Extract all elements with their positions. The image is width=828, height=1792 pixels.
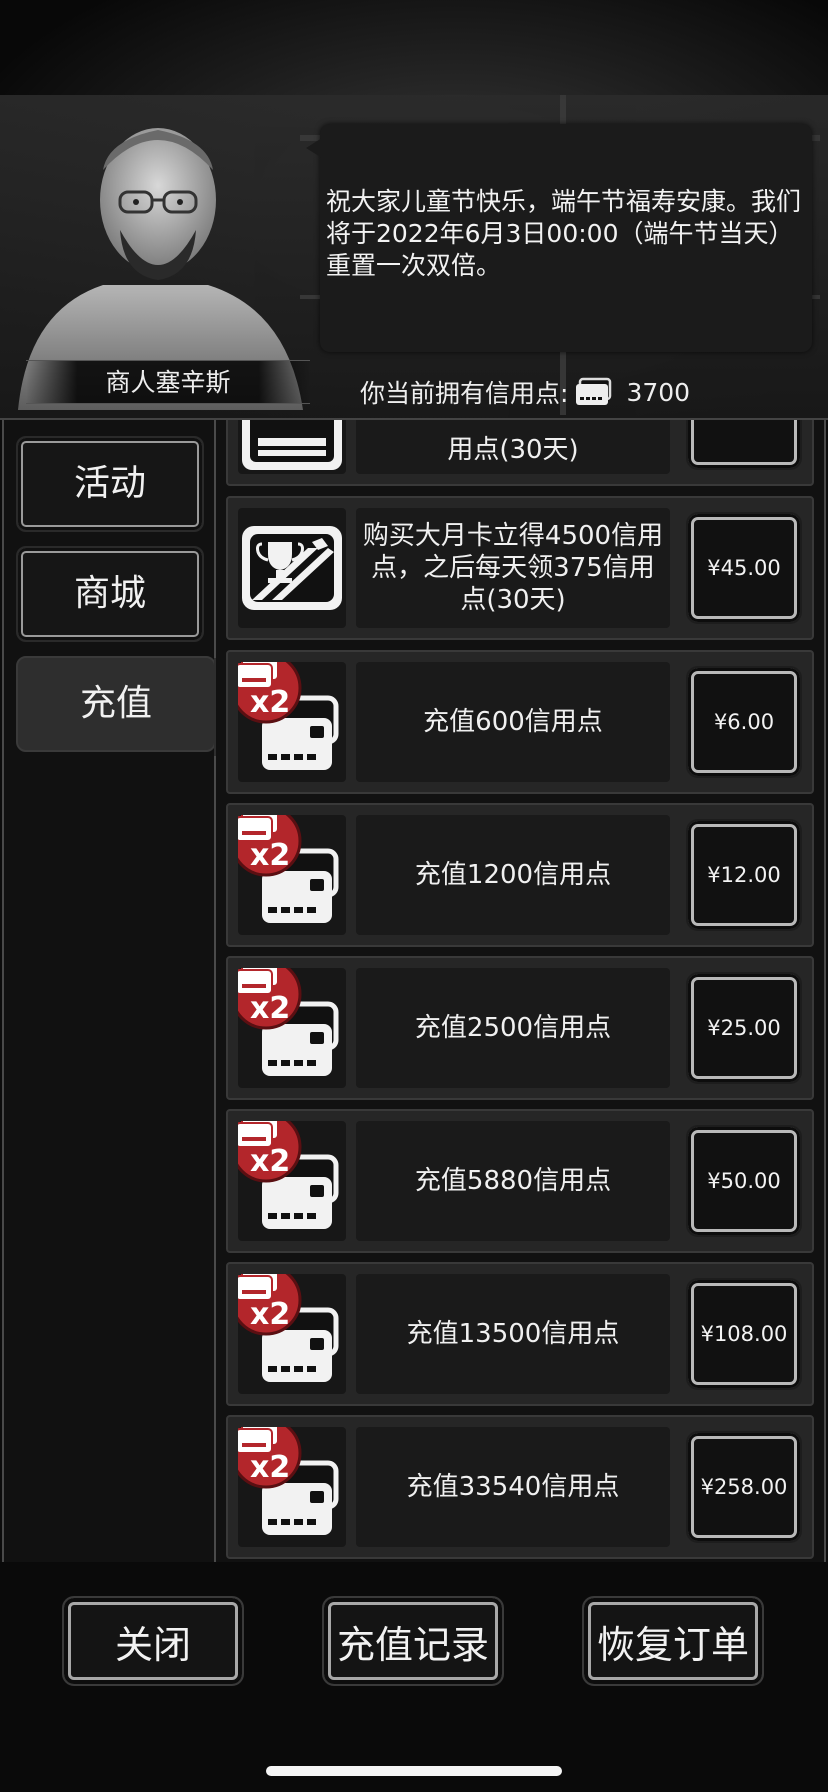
double-credit-cards-icon: x2 [238,1274,339,1382]
item-icon-box: x2 [238,1427,346,1547]
credits-label: 你当前拥有信用点: [360,379,569,408]
double-credit-cards-icon: x2 [238,815,339,923]
tab-store[interactable]: 商城 [16,546,204,642]
item-description: 充值2500信用点 [356,968,670,1088]
item-description: 充值1200信用点 [356,815,670,935]
item-description: 充值13500信用点 [356,1274,670,1394]
product-list[interactable]: 用点(30天) 购买大月卡立得4500信用点，之后每天领375信用点(30天) … [216,420,826,1564]
shop-panel: 活动 商城 充值 用点(30天) 购买大月卡立得4500信用点，之后每天领375… [0,418,828,1564]
item-icon-box: x2 [238,1274,346,1394]
item-icon-box: x2 [238,815,346,935]
list-item: x2 充值600信用点 ¥6.00 [226,650,814,794]
item-description: 购买大月卡立得4500信用点，之后每天领375信用点(30天) [356,508,670,628]
tab-recharge[interactable]: 充值 [16,656,228,756]
restore-orders-button[interactable]: 恢复订单 [582,1596,764,1686]
item-description: 充值5880信用点 [356,1121,670,1241]
item-description: 充值600信用点 [356,662,670,782]
credits-display: 你当前拥有信用点: 3700 [360,372,690,412]
credits-value: 3700 [626,377,691,407]
home-indicator[interactable] [266,1766,562,1776]
list-item: 购买大月卡立得4500信用点，之后每天领375信用点(30天) ¥45.00 [226,496,814,640]
buy-button[interactable]: ¥12.00 [686,819,802,931]
merchant-header: 商人塞辛斯 祝大家儿童节快乐，端午节福寿安康。我们将于2022年6月3日00:0… [0,0,828,418]
item-icon-box: x2 [238,1121,346,1241]
item-icon-box: x2 [238,968,346,1088]
list-item: x2 充值2500信用点 ¥25.00 [226,956,814,1100]
buy-button[interactable]: ¥108.00 [686,1278,802,1390]
tab-activity[interactable]: 活动 [16,436,204,532]
buy-button[interactable]: ¥258.00 [686,1431,802,1543]
trophy-card-icon [242,526,342,610]
list-item: x2 充值1200信用点 ¥12.00 [226,803,814,947]
buy-button[interactable]: ¥25.00 [686,972,802,1084]
item-description: 充值33540信用点 [356,1427,670,1547]
x2-badge: x2 [250,991,290,1026]
double-credit-cards-icon: x2 [238,968,339,1076]
merchant-name: 商人塞辛斯 [26,360,310,404]
list-item: x2 充值5880信用点 ¥50.00 [226,1109,814,1253]
double-credit-cards-icon: x2 [238,1427,339,1535]
buy-button[interactable]: ¥50.00 [686,1125,802,1237]
list-item: 用点(30天) [226,420,814,486]
item-icon-box [238,508,346,628]
item-description: 用点(30天) [356,420,670,474]
sidebar: 活动 商城 充值 [2,420,228,1564]
announcement-text: 祝大家儿童节快乐，端午节福寿安康。我们将于2022年6月3日00:00（端午节当… [326,187,802,280]
list-item: x2 充值13500信用点 ¥108.00 [226,1262,814,1406]
item-icon-box [238,420,346,474]
x2-badge: x2 [250,685,290,720]
x2-badge: x2 [250,1450,290,1485]
close-button[interactable]: 关闭 [62,1596,244,1686]
buy-button[interactable]: ¥45.00 [686,512,802,624]
tab-label: 活动 [73,463,146,504]
item-icon-box: x2 [238,662,346,782]
tab-label: 充值 [79,683,152,724]
x2-badge: x2 [250,1144,290,1179]
list-item: x2 充值33540信用点 ¥258.00 [226,1415,814,1559]
card-icon [242,420,342,470]
double-credit-cards-icon: x2 [238,662,339,770]
x2-badge: x2 [250,1297,290,1332]
credit-card-icon [576,377,612,405]
x2-badge: x2 [250,838,290,873]
recharge-history-button[interactable]: 充值记录 [322,1596,504,1686]
speech-bubble: 祝大家儿童节快乐，端午节福寿安康。我们将于2022年6月3日00:00（端午节当… [306,124,812,352]
double-credit-cards-icon: x2 [238,1121,339,1229]
tab-label: 商城 [73,573,146,614]
buy-button[interactable]: ¥6.00 [686,666,802,778]
footer-bar: 关闭 充值记录 恢复订单 [0,1562,828,1792]
buy-button[interactable] [686,420,802,470]
